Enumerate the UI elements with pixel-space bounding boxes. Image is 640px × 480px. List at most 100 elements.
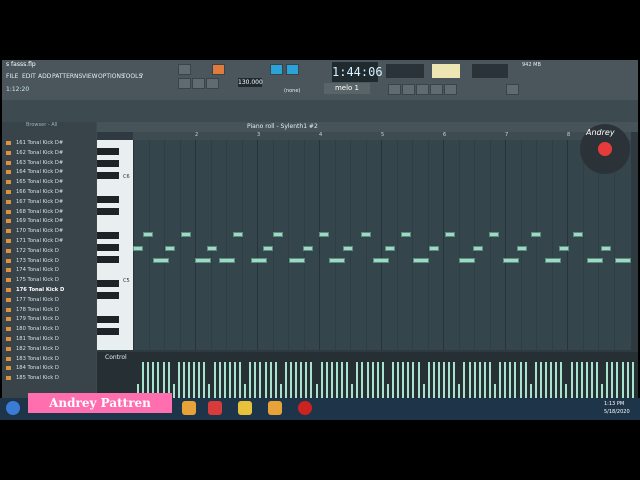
browser-item[interactable]: 161 Tonal Kick D# <box>16 140 63 146</box>
midi-note[interactable] <box>517 246 527 251</box>
browser-item[interactable]: 166 Tonal Kick D# <box>16 189 63 195</box>
record-button[interactable] <box>206 78 219 89</box>
menu-patterns[interactable]: PATTERNS <box>52 73 82 80</box>
tempo-display[interactable]: 130.000 <box>238 78 263 87</box>
menu-help[interactable]: ? <box>140 73 143 80</box>
browser-item[interactable]: 165 Tonal Kick D# <box>16 179 63 185</box>
midi-note[interactable] <box>373 258 389 263</box>
midi-note[interactable] <box>473 246 483 251</box>
midi-note[interactable] <box>545 258 561 263</box>
browser-item[interactable]: 172 Tonal Kick D <box>16 248 59 254</box>
midi-note[interactable] <box>195 258 211 263</box>
browser-item[interactable]: 168 Tonal Kick D# <box>16 209 63 215</box>
midi-note[interactable] <box>401 232 411 237</box>
timeline-ruler[interactable]: 2 3 4 5 6 7 8 <box>133 132 631 140</box>
browser-item[interactable]: 177 Tonal Kick D <box>16 297 59 303</box>
midi-note[interactable] <box>273 232 283 237</box>
browser-item[interactable]: 182 Tonal Kick D <box>16 346 59 352</box>
app-icon[interactable] <box>208 401 222 415</box>
piano-roll-button[interactable] <box>402 84 415 95</box>
download-icon[interactable] <box>506 84 519 95</box>
fl-studio-icon[interactable] <box>238 401 252 415</box>
browser-item[interactable]: 175 Tonal Kick D <box>16 277 59 283</box>
midi-note[interactable] <box>263 246 273 251</box>
pattern-mode-button[interactable] <box>178 64 191 75</box>
midi-note[interactable] <box>181 232 191 237</box>
recorder-icon[interactable] <box>298 401 312 415</box>
mixer-button[interactable] <box>430 84 443 95</box>
black-key[interactable] <box>97 148 119 155</box>
browser-item[interactable]: 185 Tonal Kick D <box>16 375 59 381</box>
mixer-target[interactable]: (none) <box>284 88 300 94</box>
midi-note[interactable] <box>573 232 583 237</box>
note-grid[interactable] <box>133 140 631 350</box>
pattern-selector[interactable]: melo 1 <box>324 83 370 94</box>
black-key[interactable] <box>97 328 119 335</box>
menu-options[interactable]: OPTIONS <box>98 73 125 80</box>
black-key[interactable] <box>97 316 119 323</box>
menu-add[interactable]: ADD <box>38 73 51 80</box>
browser-item[interactable]: 178 Tonal Kick D <box>16 307 59 313</box>
browser-item[interactable]: 164 Tonal Kick D# <box>16 169 63 175</box>
midi-note[interactable] <box>343 246 353 251</box>
midi-note[interactable] <box>303 246 313 251</box>
midi-note[interactable] <box>429 246 439 251</box>
midi-note[interactable] <box>559 246 569 251</box>
midi-note[interactable] <box>587 258 603 263</box>
browser-item[interactable]: 179 Tonal Kick D <box>16 316 59 322</box>
browser-item[interactable]: 167 Tonal Kick D# <box>16 199 63 205</box>
piano-keyboard[interactable]: C6 C5 <box>97 140 133 350</box>
black-key[interactable] <box>97 172 119 179</box>
menu-file[interactable]: FILE <box>6 73 18 80</box>
explorer-icon[interactable] <box>182 401 196 415</box>
playlist-button[interactable] <box>388 84 401 95</box>
browser-item[interactable]: 169 Tonal Kick D# <box>16 218 63 224</box>
stop-button[interactable] <box>192 78 205 89</box>
black-key[interactable] <box>97 232 119 239</box>
black-key[interactable] <box>97 208 119 215</box>
control-label[interactable]: Control <box>105 354 127 361</box>
fl-studio-icon[interactable] <box>268 401 282 415</box>
browser-item[interactable]: 162 Tonal Kick D# <box>16 150 63 156</box>
midi-note[interactable] <box>207 246 217 251</box>
browser-item[interactable]: 181 Tonal Kick D <box>16 336 59 342</box>
midi-note[interactable] <box>615 258 631 263</box>
midi-note[interactable] <box>143 232 153 237</box>
midi-note[interactable] <box>489 232 499 237</box>
midi-note[interactable] <box>233 232 243 237</box>
midi-note[interactable] <box>133 246 143 251</box>
midi-note[interactable] <box>153 258 169 263</box>
midi-note[interactable] <box>319 232 329 237</box>
black-key[interactable] <box>97 280 119 287</box>
midi-note[interactable] <box>531 232 541 237</box>
midi-note[interactable] <box>251 258 267 263</box>
browser-button[interactable] <box>444 84 457 95</box>
browser-item[interactable]: 174 Tonal Kick D <box>16 267 59 273</box>
midi-note[interactable] <box>361 232 371 237</box>
typing-keyboard-button[interactable] <box>270 64 283 75</box>
black-key[interactable] <box>97 256 119 263</box>
black-key[interactable] <box>97 244 119 251</box>
browser-item[interactable]: 176 Tonal Kick D <box>16 287 64 293</box>
browser-item[interactable]: 171 Tonal Kick D# <box>16 238 63 244</box>
browser-item[interactable]: 170 Tonal Kick D# <box>16 228 63 234</box>
menu-edit[interactable]: EDIT <box>22 73 36 80</box>
menu-view[interactable]: VIEW <box>82 73 98 80</box>
midi-note[interactable] <box>459 258 475 263</box>
metronome-button[interactable] <box>286 64 299 75</box>
browser-item[interactable]: 163 Tonal Kick D# <box>16 160 63 166</box>
song-mode-button[interactable] <box>212 64 225 75</box>
midi-note[interactable] <box>329 258 345 263</box>
browser-item[interactable]: 183 Tonal Kick D <box>16 356 59 362</box>
midi-note[interactable] <box>289 258 305 263</box>
midi-note[interactable] <box>165 246 175 251</box>
black-key[interactable] <box>97 196 119 203</box>
start-icon[interactable] <box>6 401 20 415</box>
midi-note[interactable] <box>219 258 235 263</box>
browser-item[interactable]: 184 Tonal Kick D <box>16 365 59 371</box>
midi-note[interactable] <box>385 246 395 251</box>
browser-item[interactable]: 180 Tonal Kick D <box>16 326 59 332</box>
play-button[interactable] <box>178 78 191 89</box>
channel-rack-button[interactable] <box>416 84 429 95</box>
black-key[interactable] <box>97 292 119 299</box>
